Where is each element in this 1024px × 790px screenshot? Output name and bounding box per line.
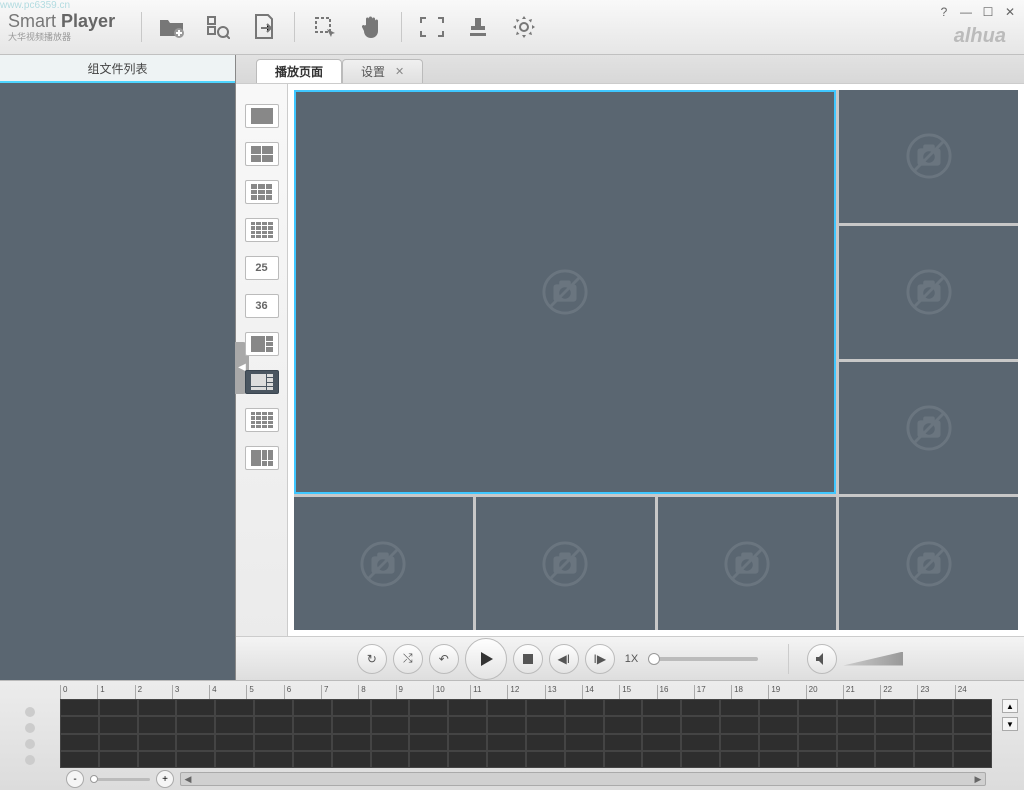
stop-button[interactable] <box>513 644 543 674</box>
mute-button[interactable] <box>807 644 837 674</box>
track-up-button[interactable]: ▲ <box>1002 699 1018 713</box>
rewind-button[interactable]: ↶ <box>429 644 459 674</box>
zoom-in-button[interactable]: + <box>156 770 174 788</box>
minimize-button[interactable]: — <box>958 4 974 20</box>
video-cell-0[interactable] <box>294 90 836 494</box>
workspace: 25 36 <box>236 83 1024 636</box>
sidebar-tab[interactable]: 组文件列表 <box>0 55 235 83</box>
layout-custom-button[interactable] <box>245 446 279 470</box>
scroll-right-icon[interactable]: ▶ <box>971 774 985 785</box>
content-area: 播放页面 设置 ✕ 25 36 ↻ ⤭ ↶ <box>236 55 1024 680</box>
video-cell-4[interactable] <box>294 497 473 630</box>
step-back-button[interactable]: ◀I <box>549 644 579 674</box>
main-area: 组文件列表 ◀ 播放页面 设置 ✕ 25 36 ↻ <box>0 55 1024 680</box>
layout-16-button[interactable] <box>245 218 279 242</box>
watermark: www.pc6359.cn <box>0 0 70 11</box>
channel-dot[interactable] <box>25 755 35 765</box>
close-button[interactable]: ✕ <box>1002 4 1018 20</box>
layout-8-button[interactable] <box>245 370 279 394</box>
region-icon <box>313 15 337 39</box>
timeline-main: 0123456789101112131415161718192021222324… <box>60 681 996 790</box>
titlebar: www.pc6359.cn Smart Player 大华视频播放器 <box>0 0 1024 55</box>
speed-label: 1X <box>625 653 638 665</box>
export-icon <box>253 14 275 40</box>
time-ruler: 0123456789101112131415161718192021222324 <box>60 685 992 699</box>
timeline-panel: 0123456789101112131415161718192021222324… <box>0 680 1024 790</box>
playback-controls: ↻ ⤭ ↶ ◀I I▶ 1X <box>236 636 1024 680</box>
folder-plus-icon <box>159 16 185 38</box>
settings-button[interactable] <box>502 5 546 49</box>
layout-6-button[interactable] <box>245 332 279 356</box>
add-folder-button[interactable] <box>150 5 194 49</box>
main-toolbar <box>135 5 546 49</box>
channel-dot[interactable] <box>25 723 35 733</box>
video-area <box>288 84 1024 636</box>
video-grid <box>294 90 1018 630</box>
tab-bar: 播放页面 设置 ✕ <box>236 55 1024 83</box>
stamp-button[interactable] <box>456 5 500 49</box>
layout-9-button[interactable] <box>245 180 279 204</box>
zoom-out-button[interactable]: - <box>66 770 84 788</box>
step-forward-button[interactable]: I▶ <box>585 644 615 674</box>
brand-logo: alhua <box>954 25 1006 48</box>
maximize-button[interactable]: ☐ <box>980 4 996 20</box>
timeline-tracks[interactable] <box>60 699 992 768</box>
stamp-icon <box>467 16 489 38</box>
hand-icon <box>360 15 382 39</box>
channel-dot[interactable] <box>25 739 35 749</box>
search-icon <box>206 15 230 39</box>
layout-36-button[interactable]: 36 <box>245 294 279 318</box>
help-button[interactable]: ? <box>936 4 952 20</box>
sidebar: 组文件列表 ◀ <box>0 55 236 680</box>
layout-4-button[interactable] <box>245 142 279 166</box>
close-icon[interactable]: ✕ <box>395 65 404 78</box>
play-button[interactable] <box>465 638 507 680</box>
speed-slider[interactable] <box>648 657 758 661</box>
layout-25-button[interactable]: 25 <box>245 256 279 280</box>
video-cell-3[interactable] <box>839 362 1018 495</box>
file-list <box>0 83 235 680</box>
timeline-spinners: ▲ ▼ <box>996 681 1024 790</box>
app-logo: Smart Player 大华视频播放器 <box>8 11 115 43</box>
layout-13-button[interactable] <box>245 408 279 432</box>
track-down-button[interactable]: ▼ <box>1002 717 1018 731</box>
video-cell-1[interactable] <box>839 90 1018 223</box>
scroll-left-icon[interactable]: ◀ <box>181 774 195 785</box>
video-cell-6[interactable] <box>658 497 837 630</box>
play-icon <box>478 651 494 667</box>
timeline-channels <box>0 681 60 790</box>
layout-1-button[interactable] <box>245 104 279 128</box>
video-cell-5[interactable] <box>476 497 655 630</box>
search-button[interactable] <box>196 5 240 49</box>
export-button[interactable] <box>242 5 286 49</box>
zoom-slider[interactable] <box>90 778 150 781</box>
region-button[interactable] <box>303 5 347 49</box>
pan-button[interactable] <box>349 5 393 49</box>
app-root: www.pc6359.cn Smart Player 大华视频播放器 <box>0 0 1024 790</box>
loop-button[interactable]: ↻ <box>357 644 387 674</box>
volume-slider[interactable] <box>843 652 903 666</box>
shuffle-button[interactable]: ⤭ <box>393 644 423 674</box>
fullscreen-icon <box>420 17 444 37</box>
video-cell-2[interactable] <box>839 226 1018 359</box>
stop-icon <box>523 654 533 664</box>
fullscreen-button[interactable] <box>410 5 454 49</box>
gear-icon <box>512 15 536 39</box>
speaker-icon <box>815 652 829 666</box>
tab-playback[interactable]: 播放页面 <box>256 59 342 83</box>
channel-dot[interactable] <box>25 707 35 717</box>
video-cell-7[interactable] <box>839 497 1018 630</box>
timeline-scrollbar[interactable]: ◀ ▶ <box>180 772 986 786</box>
tab-settings[interactable]: 设置 ✕ <box>342 59 423 83</box>
window-controls: ? — ☐ ✕ <box>936 4 1018 20</box>
